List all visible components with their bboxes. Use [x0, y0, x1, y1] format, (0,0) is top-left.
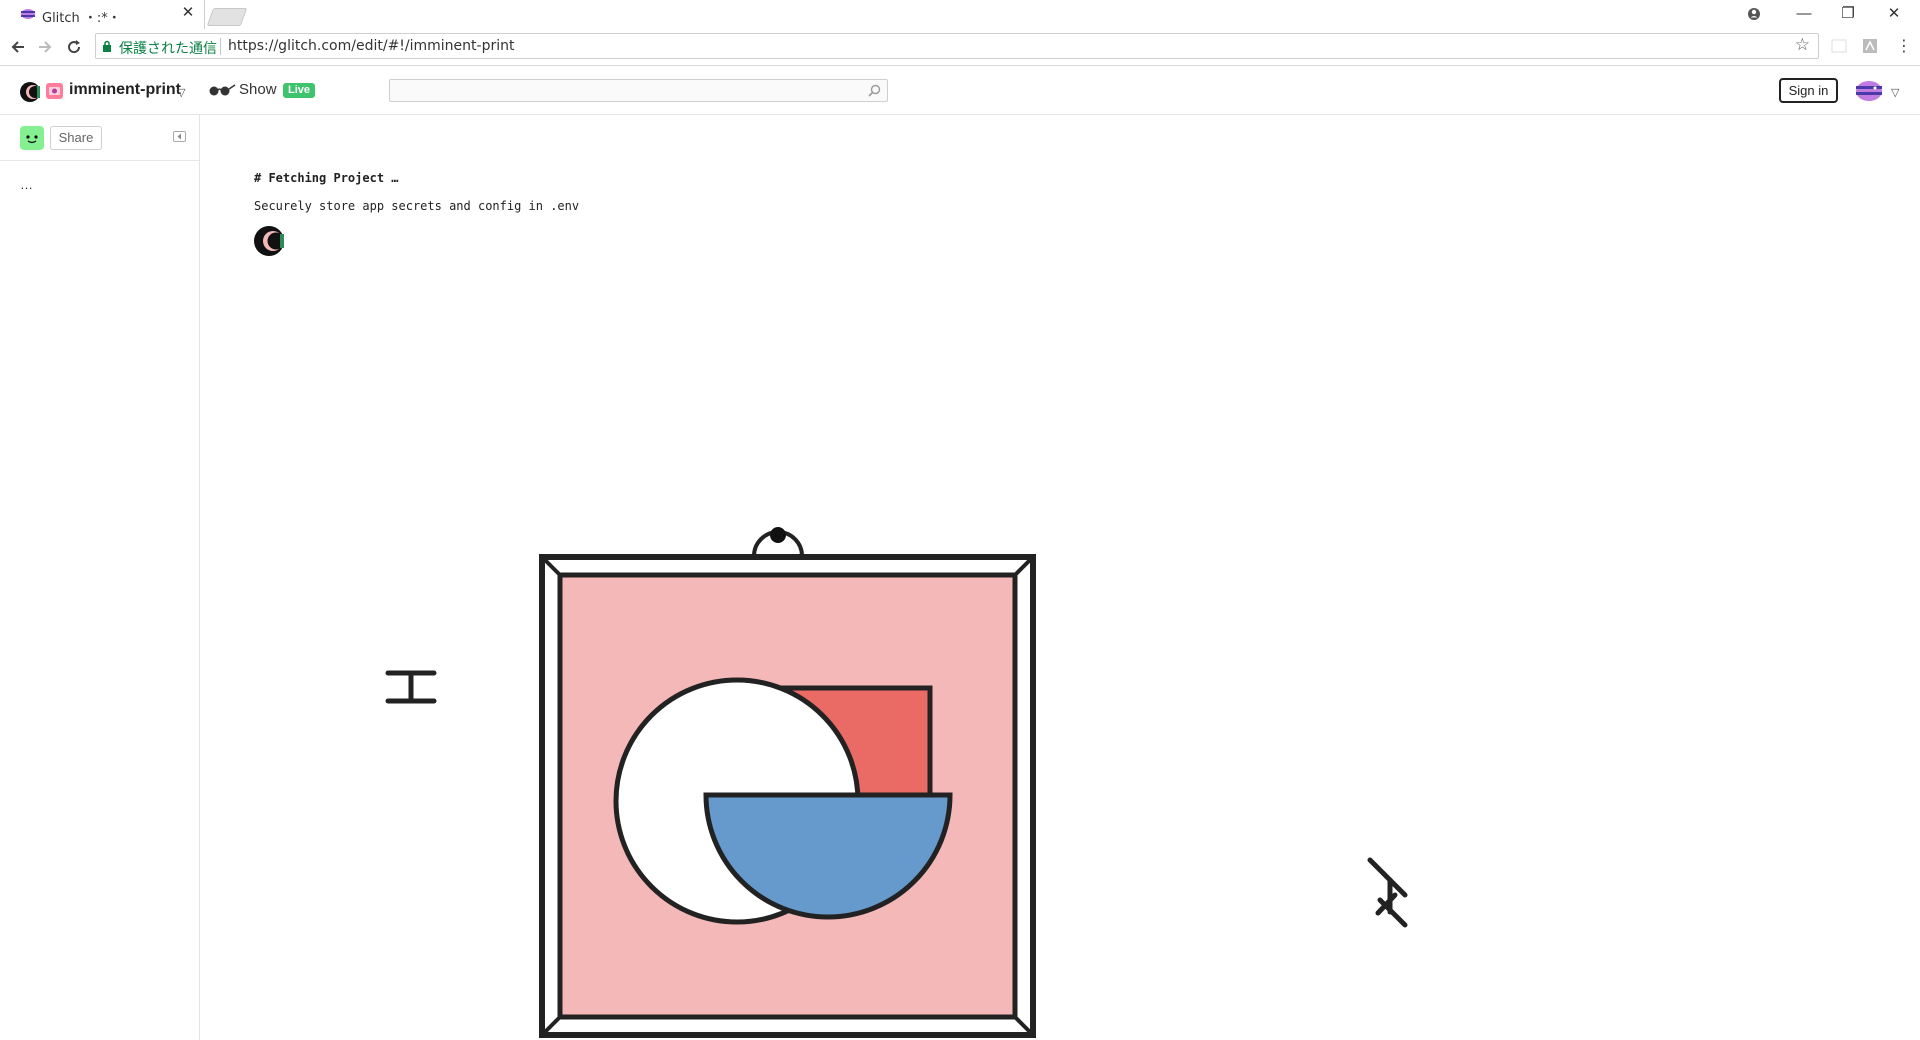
glitch-header: imminent-print ▽ Show Live Sign in ▽ [0, 66, 1920, 115]
back-arrow-icon[interactable] [8, 37, 28, 57]
user-fish-avatar-icon[interactable] [1855, 78, 1887, 104]
project-name[interactable]: imminent-print [69, 81, 181, 99]
loading-illustration [385, 527, 1408, 1038]
sign-in-button[interactable]: Sign in [1779, 78, 1838, 103]
restore-button[interactable]: ❐ [1838, 4, 1858, 24]
main-content: # Fetching Project … Securely store app … [200, 115, 1920, 1040]
pdf-extension-icon[interactable] [1862, 38, 1878, 54]
sunglasses-icon[interactable] [208, 82, 236, 98]
user-menu-chevron-down-icon[interactable]: ▽ [1891, 86, 1899, 99]
floating-i-glyph [385, 670, 437, 704]
sidebar-header: Share [0, 115, 199, 161]
extension-blank-icon[interactable] [1831, 38, 1847, 54]
browser-toolbar: 保護された通信 https://glitch.com/edit/#!/immin… [0, 29, 1920, 66]
account-icon[interactable] [1744, 4, 1764, 24]
reload-icon[interactable] [64, 37, 84, 57]
search-icon [868, 84, 881, 97]
chrome-menu-icon[interactable]: ⋮ [1894, 37, 1914, 57]
tab-title: Glitch ・:*・ [42, 11, 121, 26]
floating-z-glyph [1367, 857, 1408, 928]
picture-hanger [752, 527, 804, 557]
project-menu-chevron-down-icon[interactable]: ▽ [177, 86, 185, 99]
secure-connection-label: 保護された通信 [119, 41, 217, 57]
new-tab-button[interactable] [206, 8, 248, 26]
smiley-face-icon[interactable] [20, 126, 44, 150]
loading-ellipsis: … [20, 177, 33, 192]
project-logo-icon[interactable] [46, 83, 63, 99]
bookmark-star-icon[interactable]: ☆ [1795, 35, 1810, 55]
project-avatar-icon[interactable] [20, 82, 40, 102]
forward-arrow-icon[interactable] [35, 37, 55, 57]
search-input[interactable] [389, 79, 888, 102]
url-text[interactable]: https://glitch.com/edit/#!/imminent-prin… [228, 38, 514, 54]
address-bar[interactable]: 保護された通信 https://glitch.com/edit/#!/immin… [95, 33, 1819, 59]
omnibox-divider [220, 38, 221, 55]
browser-tab-glitch[interactable]: Glitch ・:*・ ✕ [0, 0, 205, 29]
tab-close-icon[interactable]: ✕ [180, 5, 196, 21]
share-button[interactable]: Share [50, 126, 102, 150]
live-badge[interactable]: Live [283, 83, 316, 98]
sidebar: Share … [0, 115, 200, 1040]
close-window-button[interactable]: ✕ [1884, 4, 1904, 24]
glitch-fish-icon [21, 9, 35, 19]
minimize-button[interactable]: — [1794, 4, 1814, 24]
collapse-sidebar-icon[interactable] [173, 131, 186, 142]
browser-tabstrip: Glitch ・:*・ ✕ — ❐ ✕ [0, 0, 1920, 30]
show-button-label[interactable]: Show [239, 81, 277, 98]
lock-icon [103, 40, 111, 52]
